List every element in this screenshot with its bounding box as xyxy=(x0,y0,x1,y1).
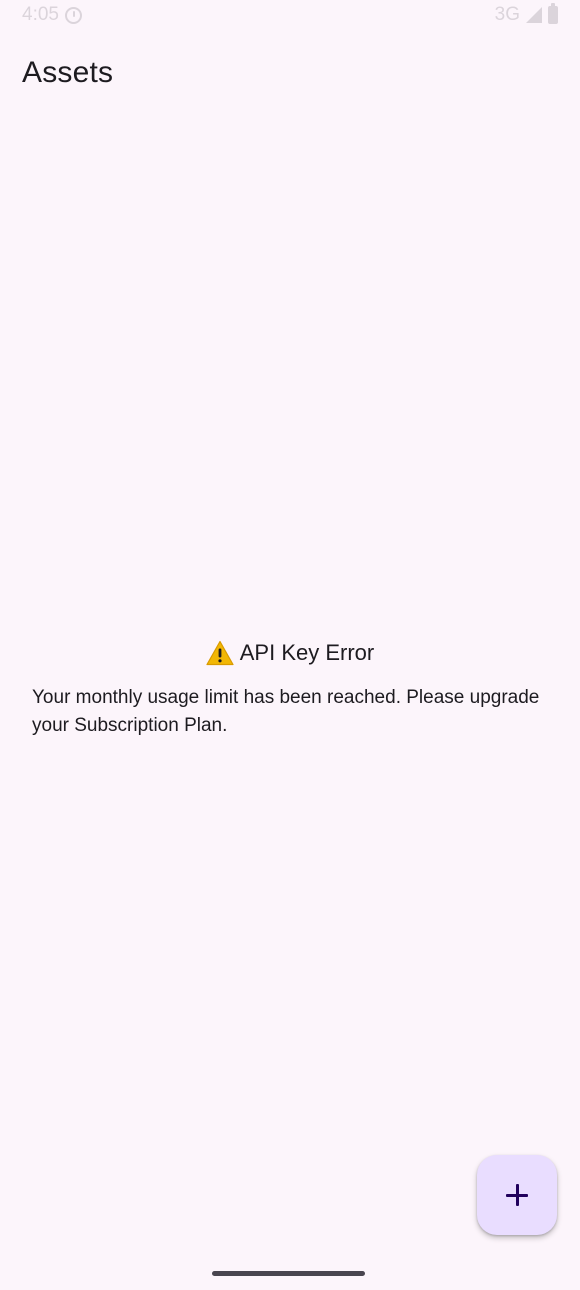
plus-icon xyxy=(506,1184,528,1206)
error-title: API Key Error xyxy=(239,640,375,665)
status-bar: 4:05 3G xyxy=(0,0,580,30)
status-network: 3G xyxy=(494,4,520,25)
gesture-navigation-bar[interactable] xyxy=(212,1271,365,1276)
warning-icon xyxy=(206,640,234,666)
error-message: Your monthly usage limit has been reache… xyxy=(32,687,540,736)
status-time: 4:05 xyxy=(22,4,59,25)
battery-icon xyxy=(548,3,558,24)
error-block: API Key Error Your monthly usage limit h… xyxy=(32,640,548,740)
do-not-disturb-icon xyxy=(64,6,82,24)
signal-icon xyxy=(526,7,542,23)
error-title-row: API Key Error xyxy=(32,640,548,666)
app-bar: Assets xyxy=(22,56,113,90)
screen: 4:05 3G Assets API Key Error Your monthl… xyxy=(0,0,580,1290)
status-left: 4:05 xyxy=(22,4,82,26)
add-asset-button[interactable] xyxy=(477,1155,557,1235)
status-right: 3G xyxy=(494,3,558,26)
page-title: Assets xyxy=(22,56,114,89)
